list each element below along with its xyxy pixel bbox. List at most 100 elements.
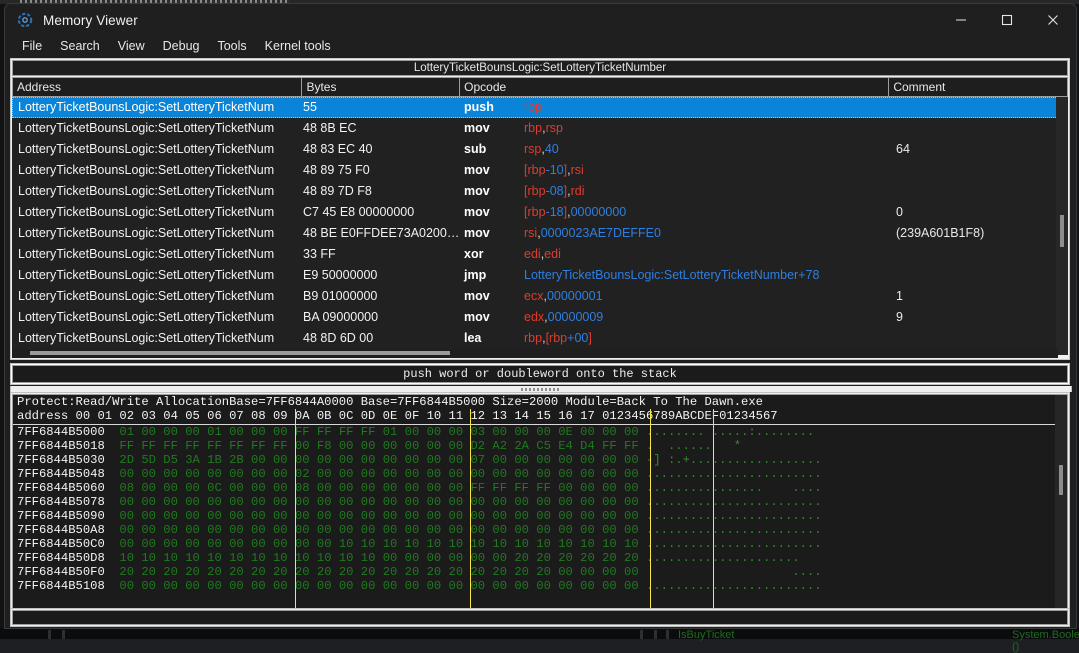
hexdump-row[interactable]: 7FF6844B50F0 20 20 20 20 20 20 20 20 20 … — [13, 565, 1067, 579]
window-title: Memory Viewer — [43, 12, 138, 28]
instruction-hint-text: push word or doubleword onto the stack — [403, 367, 677, 381]
cheat-engine-icon — [17, 12, 33, 28]
hexdump-row[interactable]: 7FF6844B5060 08 00 00 00 0C 00 00 00 08 … — [13, 481, 1067, 495]
row-mnemonic: xor — [464, 247, 484, 261]
column-header-opcode[interactable]: Opcode — [460, 78, 890, 96]
disassembly-row[interactable]: LotteryTicketBounsLogic:SetLotteryTicket… — [12, 139, 1058, 160]
menu-debug[interactable]: Debug — [154, 36, 209, 57]
background-method-name: IsBuyTicket — [678, 629, 735, 641]
hex-row-bytes: 00 00 00 00 00 00 00 00 00 00 10 10 10 1… — [119, 537, 646, 551]
row-address: LotteryTicketBounsLogic:SetLotteryTicket… — [18, 268, 275, 282]
background-column-tick — [62, 630, 65, 639]
hex-row-ascii: ..................... — [646, 551, 800, 565]
row-operands: [rbp-18],00000000 — [524, 205, 627, 219]
row-operands: [rbp-10],rsi — [524, 163, 584, 177]
hexdump-row[interactable]: 7FF6844B5090 00 00 00 00 00 00 00 00 00 … — [13, 509, 1067, 523]
row-address: LotteryTicketBounsLogic:SetLotteryTicket… — [18, 184, 275, 198]
menu-kernel-tools[interactable]: Kernel tools — [256, 36, 340, 57]
row-comment: (239A601B1F8) — [896, 226, 985, 240]
disassembly-row[interactable]: LotteryTicketBounsLogic:SetLotteryTicket… — [12, 97, 1058, 118]
row-address: LotteryTicketBounsLogic:SetLotteryTicket… — [18, 247, 275, 261]
hex-ascii-separator — [712, 409, 714, 621]
hexdump-rows[interactable]: 7FF6844B5000 01 00 00 00 01 00 00 00 FF … — [13, 425, 1067, 593]
hex-row-ascii: ........................ — [646, 509, 822, 523]
hex-row-address: 7FF6844B5090 — [17, 509, 120, 523]
title-bar[interactable]: Memory Viewer — [5, 4, 1076, 36]
hexdump-row[interactable]: 7FF6844B5000 01 00 00 00 01 00 00 00 FF … — [13, 425, 1067, 439]
menu-view[interactable]: View — [109, 36, 154, 57]
hex-row-address: 7FF6844B50D8 — [17, 551, 120, 565]
hex-row-ascii: ........................ — [646, 467, 822, 481]
row-bytes: E9 50000000 — [303, 268, 378, 282]
hexdump-row[interactable]: 7FF6844B50D8 10 10 10 10 10 10 10 10 10 … — [13, 551, 1067, 565]
row-mnemonic: mov — [464, 289, 490, 303]
maximize-button[interactable] — [984, 4, 1030, 36]
row-address: LotteryTicketBounsLogic:SetLotteryTicket… — [18, 331, 275, 345]
row-bytes: 48 8D 6D 00 — [303, 331, 374, 345]
row-bytes: C7 45 E8 00000000 — [303, 205, 415, 219]
hexdump-panel: Protect:Read/Write AllocationBase=7FF684… — [10, 392, 1070, 624]
row-bytes: 33 FF — [303, 247, 336, 261]
hexdump-vertical-scroll-thumb[interactable] — [1059, 465, 1063, 495]
hexdump-row[interactable]: 7FF6844B5018 FF FF FF FF FF FF FF FF 00 … — [13, 439, 1067, 453]
hex-row-address: 7FF6844B5018 — [17, 439, 120, 453]
row-mnemonic: mov — [464, 184, 490, 198]
disassembler-column-header: Address Bytes Opcode Comment — [12, 77, 1068, 97]
menu-file[interactable]: File — [13, 36, 51, 57]
hexdump-row[interactable]: 7FF6844B50C0 00 00 00 00 00 00 00 00 00 … — [13, 537, 1067, 551]
disassembler-horizontal-scrollbar[interactable] — [12, 349, 1058, 358]
row-comment: 0 — [896, 205, 903, 219]
disassembly-row[interactable]: LotteryTicketBounsLogic:SetLotteryTicket… — [12, 160, 1058, 181]
hex-row-bytes: 00 00 00 00 00 00 00 00 00 00 00 00 00 0… — [119, 509, 646, 523]
row-mnemonic: mov — [464, 163, 490, 177]
disassembler-horizontal-scroll-thumb[interactable] — [30, 351, 450, 355]
hex-row-bytes: 10 10 10 10 10 10 10 10 10 10 10 10 00 0… — [119, 551, 646, 565]
bottom-status-strip — [10, 608, 1070, 627]
disassembly-row[interactable]: LotteryTicketBounsLogic:SetLotteryTicket… — [12, 265, 1058, 286]
row-mnemonic: sub — [464, 142, 487, 156]
hexdump-row[interactable]: 7FF6844B5030 2D 5D D5 3A 1B 2B 00 00 00 … — [13, 453, 1067, 467]
disassembly-row[interactable]: LotteryTicketBounsLogic:SetLotteryTicket… — [12, 286, 1058, 307]
hex-row-bytes: 20 20 20 20 20 20 20 20 20 20 20 20 20 2… — [119, 565, 646, 579]
instruction-hint-bar: push word or doubleword onto the stack — [10, 363, 1070, 385]
disassembler-vertical-scrollbar[interactable] — [1056, 97, 1068, 355]
hexdump-row[interactable]: 7FF6844B5078 00 00 00 00 00 00 00 00 00 … — [13, 495, 1067, 509]
row-address: LotteryTicketBounsLogic:SetLotteryTicket… — [18, 121, 275, 135]
hex-row-address: 7FF6844B5108 — [17, 579, 120, 593]
disassembly-row[interactable]: LotteryTicketBounsLogic:SetLotteryTicket… — [12, 181, 1058, 202]
disassembly-row[interactable]: LotteryTicketBounsLogic:SetLotteryTicket… — [12, 244, 1058, 265]
row-mnemonic: push — [464, 100, 494, 114]
background-column-tick — [640, 630, 643, 639]
disassembly-row[interactable]: LotteryTicketBounsLogic:SetLotteryTicket… — [12, 202, 1058, 223]
background-column-tick — [654, 630, 657, 639]
row-bytes: 48 83 EC 40 — [303, 142, 373, 156]
row-operands: rbp,rsp — [524, 121, 563, 135]
row-operands: ecx,00000001 — [524, 289, 603, 303]
disassembly-row[interactable]: LotteryTicketBounsLogic:SetLotteryTicket… — [12, 307, 1058, 328]
column-header-address[interactable]: Address — [13, 78, 303, 96]
disassembly-row[interactable]: LotteryTicketBounsLogic:SetLotteryTicket… — [12, 328, 1058, 349]
row-comment: 9 — [896, 310, 903, 324]
hexdump-row[interactable]: 7FF6844B50A8 00 00 00 00 00 00 00 00 00 … — [13, 523, 1067, 537]
hexdump-row[interactable]: 7FF6844B5108 00 00 00 00 00 00 00 00 00 … — [13, 579, 1067, 593]
menu-bar: File Search View Debug Tools Kernel tool… — [5, 36, 1076, 57]
row-mnemonic: mov — [464, 205, 490, 219]
minimize-button[interactable] — [938, 4, 984, 36]
hex-row-address: 7FF6844B5000 — [17, 425, 120, 439]
hexdump-row[interactable]: 7FF6844B5048 00 00 00 00 00 00 00 00 02 … — [13, 467, 1067, 481]
row-address: LotteryTicketBounsLogic:SetLotteryTicket… — [18, 289, 275, 303]
disassembly-row[interactable]: LotteryTicketBounsLogic:SetLotteryTicket… — [12, 223, 1058, 244]
menu-search[interactable]: Search — [51, 36, 109, 57]
hex-row-ascii: -] :.+.................. — [646, 453, 822, 467]
disassembly-row[interactable]: LotteryTicketBounsLogic:SetLotteryTicket… — [12, 118, 1058, 139]
column-header-bytes[interactable]: Bytes — [302, 78, 461, 96]
menu-tools[interactable]: Tools — [208, 36, 255, 57]
column-header-comment[interactable]: Comment — [889, 78, 1067, 96]
hexdump-vertical-scrollbar[interactable] — [1055, 395, 1067, 621]
row-mnemonic: mov — [464, 226, 490, 240]
close-button[interactable] — [1030, 4, 1076, 36]
disassembler-vertical-scroll-thumb[interactable] — [1060, 215, 1064, 247]
hex-row-ascii: ................ .... — [646, 481, 822, 495]
row-bytes: 48 89 75 F0 — [303, 163, 370, 177]
bottom-status-strip-inner — [12, 610, 1068, 625]
